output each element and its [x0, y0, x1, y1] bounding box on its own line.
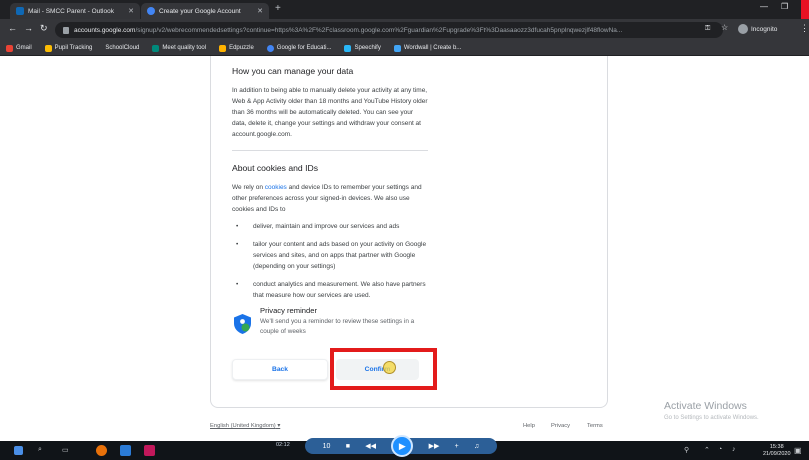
- google-icon: [147, 7, 155, 15]
- maximize-icon[interactable]: ❐: [781, 2, 788, 11]
- bookmark-label: Meet quality tool: [162, 45, 207, 51]
- browser-tab-strip: Mail - SMCC Parent - Outlook ✕ Create yo…: [0, 0, 809, 19]
- notification-icon[interactable]: ▣: [794, 446, 802, 455]
- bookmark-label: Gmail: [16, 45, 32, 51]
- player-time: 02:12: [276, 442, 290, 448]
- shield-icon: [234, 314, 251, 334]
- bookmark-edpuzzle[interactable]: Edpuzzle: [219, 44, 254, 52]
- terms-link[interactable]: Terms: [587, 423, 603, 429]
- edpuzzle-icon: [219, 44, 227, 52]
- help-link[interactable]: Help: [523, 423, 535, 429]
- bookmark-meet-quality-tool[interactable]: Meet quality tool: [152, 44, 207, 52]
- gmail-icon: [6, 44, 13, 52]
- task-view-icon[interactable]: ▭: [62, 446, 69, 454]
- incognito-label: Incognito: [751, 25, 778, 33]
- volume-icon[interactable]: ♪: [732, 446, 736, 453]
- network-icon[interactable]: ◔: [718, 446, 722, 453]
- play-icon[interactable]: ▶: [391, 435, 414, 457]
- taskbar-clock[interactable]: 15:38 21/09/2020: [763, 444, 791, 458]
- app-taskbar-icon[interactable]: [144, 445, 155, 456]
- bookmark-label: Pupil Tracking: [54, 45, 93, 51]
- manage-data-heading: How you can manage your data: [232, 66, 354, 76]
- url-path: /signup/v2/webrecommendedsettings?contin…: [135, 26, 623, 34]
- cookies-intro-start: We rely on: [232, 184, 265, 191]
- bookmark-label: SchoolCloud: [105, 45, 140, 51]
- people-icon[interactable]: ⚲: [684, 446, 689, 454]
- search-icon[interactable]: ⌕: [38, 446, 42, 454]
- bookmark-speechify[interactable]: Speechify: [344, 44, 381, 52]
- time-end-label: 10: [322, 442, 331, 450]
- manage-data-text: In addition to being able to manually de…: [232, 87, 428, 138]
- browser-toolbar: ← → ↻ accounts.google.com /signup/v2/web…: [0, 19, 809, 41]
- speechify-icon: [344, 44, 352, 52]
- close-tab-icon[interactable]: ✕: [128, 7, 134, 15]
- tab-title: Mail - SMCC Parent - Outlook: [28, 7, 114, 15]
- privacy-reminder: Privacy reminder We'll send you a remind…: [234, 305, 454, 341]
- close-window-icon[interactable]: [801, 0, 809, 19]
- list-item: deliver, maintain and improve our servic…: [232, 221, 428, 232]
- chrome-taskbar-icon[interactable]: [96, 445, 107, 456]
- bookmark-google-for-education[interactable]: Google for Educati...: [266, 44, 332, 52]
- bookmark-wordwall[interactable]: Wordwall | Create b...: [393, 44, 462, 52]
- minimize-icon[interactable]: —: [760, 2, 768, 11]
- url-host: accounts.google.com: [74, 26, 136, 34]
- cookies-heading: About cookies and IDs: [232, 163, 318, 173]
- bookmark-label: Google for Educati...: [276, 45, 332, 51]
- clock-date: 21/09/2020: [763, 451, 791, 457]
- pupil-tracking-icon: [44, 44, 52, 52]
- windows-start-icon[interactable]: [14, 446, 23, 455]
- volume-icon[interactable]: ♫: [474, 443, 479, 450]
- outlook-taskbar-icon[interactable]: [120, 445, 131, 456]
- star-icon[interactable]: ☆: [721, 23, 728, 32]
- bookmark-label: Wordwall | Create b...: [403, 45, 462, 51]
- wordwall-icon: [393, 44, 401, 52]
- cookie-uses-list: deliver, maintain and improve our servic…: [232, 221, 428, 301]
- bookmark-pupil-tracking[interactable]: Pupil Tracking: [44, 44, 93, 52]
- forward-arrow-icon[interactable]: →: [24, 23, 33, 33]
- bookmark-label: Speechify: [354, 45, 381, 51]
- privacy-reminder-title: Privacy reminder: [260, 306, 317, 315]
- bookmark-label: Edpuzzle: [229, 45, 254, 51]
- privacy-reminder-text: We'll send you a reminder to review thes…: [260, 318, 415, 335]
- tab-title: Create your Google Account: [159, 7, 241, 15]
- mouse-cursor-icon: [383, 361, 396, 374]
- tab-google-account[interactable]: Create your Google Account ✕: [141, 3, 269, 19]
- list-item: tailor your content and ads based on you…: [232, 239, 428, 272]
- video-player-controls: 10 ■ ◀◀ ▶ ▶▶ + ♫: [305, 435, 497, 457]
- divider: [232, 150, 428, 151]
- incognito-badge[interactable]: Incognito: [738, 24, 777, 34]
- meet-icon: [152, 44, 160, 52]
- clock-time: 15:38: [769, 444, 784, 450]
- lock-icon: [63, 26, 69, 34]
- incognito-icon: [738, 24, 748, 34]
- cookies-intro: We rely on cookies and device IDs to rem…: [232, 182, 428, 215]
- cookies-link[interactable]: cookies: [265, 184, 287, 191]
- language-label: English (United Kingdom): [210, 423, 276, 429]
- tab-outlook[interactable]: Mail - SMCC Parent - Outlook ✕: [10, 3, 140, 19]
- add-icon[interactable]: +: [455, 443, 459, 450]
- privacy-link[interactable]: Privacy: [551, 423, 570, 429]
- list-item: conduct analytics and measurement. We al…: [232, 279, 428, 301]
- stop-icon[interactable]: ■: [346, 443, 350, 450]
- new-tab-icon[interactable]: +: [275, 3, 281, 14]
- fast-forward-icon[interactable]: ▶▶: [429, 442, 440, 450]
- reload-icon[interactable]: ↻: [40, 23, 48, 34]
- menu-icon[interactable]: ⋮: [800, 23, 809, 34]
- activate-windows-watermark: Activate Windows Go to Settings to activ…: [664, 400, 759, 421]
- bookmark-schoolcloud[interactable]: SchoolCloud: [105, 45, 139, 52]
- address-bar[interactable]: accounts.google.com /signup/v2/webrecomm…: [55, 22, 723, 38]
- watermark-subtitle: Go to Settings to activate Windows.: [664, 415, 759, 421]
- key-icon[interactable]: ⚿: [705, 25, 710, 33]
- close-tab-icon[interactable]: ✕: [257, 7, 263, 15]
- back-button[interactable]: Back: [232, 359, 328, 380]
- back-arrow-icon[interactable]: ←: [8, 23, 17, 33]
- bookmarks-bar: Gmail Pupil Tracking SchoolCloud Meet qu…: [0, 41, 809, 56]
- rewind-icon[interactable]: ◀◀: [365, 442, 376, 450]
- outlook-icon: [16, 7, 24, 15]
- google-icon: [266, 44, 274, 52]
- watermark-title: Activate Windows: [664, 400, 747, 412]
- tray-chevron-icon[interactable]: ⌃: [704, 446, 710, 454]
- bookmark-gmail[interactable]: Gmail: [6, 44, 32, 52]
- language-selector[interactable]: English (United Kingdom) ▾: [210, 423, 280, 429]
